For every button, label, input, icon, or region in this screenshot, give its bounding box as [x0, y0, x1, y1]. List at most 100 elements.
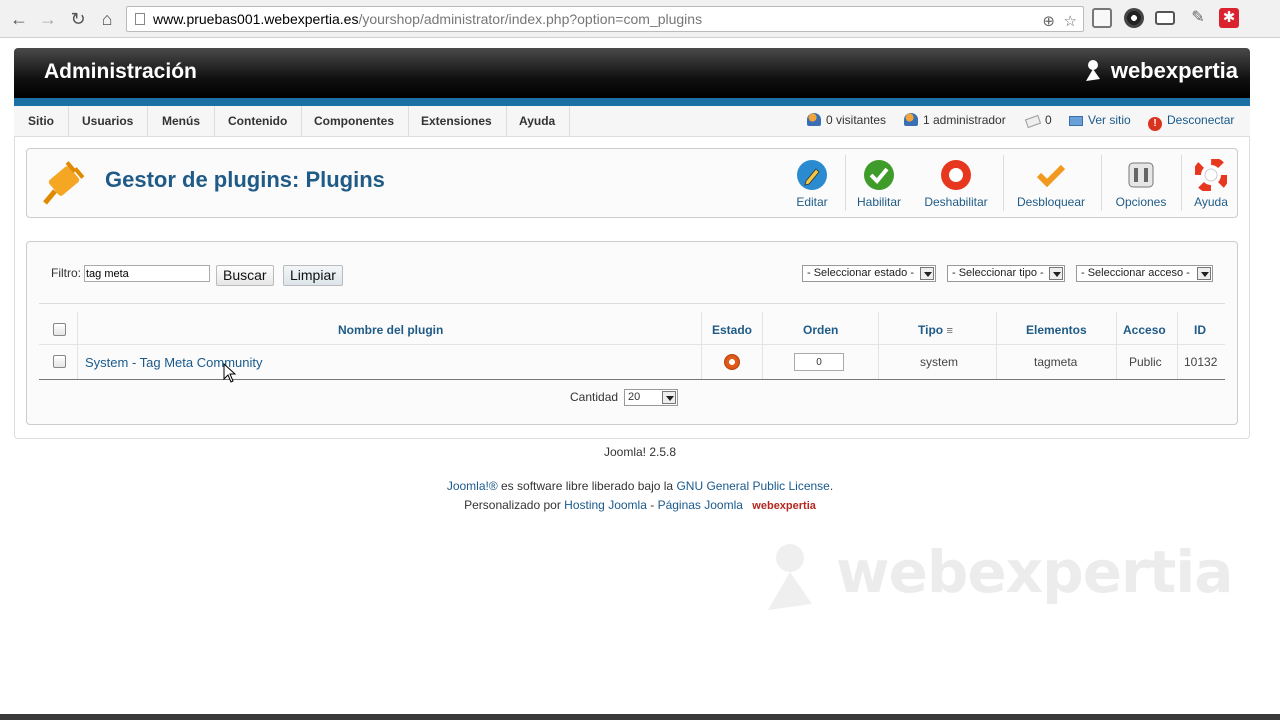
type-select[interactable]: - Seleccionar tipo -	[947, 265, 1065, 282]
view-site-label: Ver sitio	[1088, 113, 1131, 127]
back-icon[interactable]: ←	[8, 8, 30, 30]
visitors-count: 0 visitantes	[826, 113, 887, 127]
addon-icon[interactable]: ✱	[1219, 8, 1239, 28]
column-header-access[interactable]: Acceso	[1123, 323, 1166, 337]
license-end: .	[829, 479, 834, 493]
admins-count: 1 administrador	[923, 113, 1006, 127]
column-divider	[1116, 312, 1117, 380]
pagination-label: Cantidad	[570, 390, 619, 404]
select-all-checkbox[interactable]	[53, 323, 66, 336]
disable-icon	[941, 160, 971, 190]
toolbar-divider	[845, 155, 846, 211]
order-input[interactable]	[794, 353, 844, 371]
column-header-id[interactable]: ID	[1194, 323, 1206, 337]
row-checkbox[interactable]	[53, 355, 66, 368]
brand-mark-icon	[1085, 60, 1100, 81]
monitor-icon	[1069, 116, 1083, 126]
admin-title: Administración	[44, 60, 197, 83]
type-select-value: - Seleccionar tipo -	[952, 267, 1044, 279]
plugin-access: Public	[1129, 355, 1162, 369]
checkin-label: Desbloquear	[1016, 195, 1086, 209]
license-line: Joomla!® es software libre liberado bajo…	[0, 479, 1280, 493]
camera-extension-icon[interactable]	[1124, 8, 1144, 28]
clear-button[interactable]: Limpiar	[283, 265, 343, 286]
address-bar[interactable]: www.pruebas001.webexpertia.es/yourshop/a…	[126, 6, 1084, 32]
plugins-panel: Filtro: Buscar Limpiar - Seleccionar est…	[26, 241, 1238, 425]
gpl-link[interactable]: GNU General Public License	[676, 479, 829, 493]
column-header-name[interactable]: Nombre del plugin	[338, 323, 443, 337]
column-header-order[interactable]: Orden	[803, 323, 838, 337]
filter-label: Filtro:	[51, 266, 81, 280]
menu-item-extensiones[interactable]: Extensiones	[407, 106, 507, 137]
bookmark-star-icon[interactable]: ☆	[1064, 10, 1077, 34]
column-header-elements[interactable]: Elementos	[1026, 323, 1087, 337]
enable-button[interactable]: Habilitar	[853, 155, 905, 213]
admin-header: Administración webexpertia	[14, 48, 1250, 98]
menu-item-menus[interactable]: Menús	[148, 106, 216, 137]
plugin-element: tagmeta	[1034, 355, 1078, 369]
column-header-type[interactable]: Tipo ≡	[918, 323, 953, 337]
column-divider	[878, 312, 879, 380]
sort-icon: ≡	[946, 325, 953, 337]
zoom-icon[interactable]: ⊕	[1042, 10, 1055, 34]
menu-item-sitio[interactable]: Sitio	[14, 106, 69, 137]
pagination-value: 20	[628, 391, 641, 403]
menu-item-ayuda[interactable]: Ayuda	[505, 106, 571, 137]
filter-input[interactable]	[84, 265, 210, 282]
forward-icon[interactable]: →	[37, 8, 59, 30]
home-icon[interactable]: ⌂	[96, 8, 118, 30]
menu-item-contenido[interactable]: Contenido	[214, 106, 303, 137]
reload-icon[interactable]: ↻	[67, 8, 89, 30]
chevron-down-icon	[662, 391, 676, 404]
search-extension-icon[interactable]	[1092, 8, 1112, 28]
edit-icon	[797, 160, 827, 190]
column-divider	[701, 312, 702, 380]
hosting-joomla-link[interactable]: Hosting Joomla	[564, 498, 647, 512]
joomla-link[interactable]: Joomla!®	[447, 479, 498, 493]
messages-count: 0	[1045, 113, 1052, 127]
search-button[interactable]: Buscar	[216, 265, 274, 286]
help-label: Ayuda	[1194, 195, 1228, 209]
column-header-state[interactable]: Estado	[712, 323, 752, 337]
access-select[interactable]: - Seleccionar acceso -	[1076, 265, 1213, 282]
users-icon	[807, 113, 821, 126]
page-icon	[135, 13, 145, 25]
brand-logo: webexpertia	[1083, 58, 1238, 84]
wrench-icon[interactable]: ✎	[1188, 8, 1208, 28]
checkin-button[interactable]: Desbloquear	[1013, 155, 1089, 213]
browser-toolbar: ← → ↻ ⌂ www.pruebas001.webexpertia.es/yo…	[0, 0, 1280, 38]
version-text: Joomla! 2.5.8	[603, 445, 677, 459]
header-strip	[14, 98, 1250, 106]
pagination-select[interactable]: 20	[624, 389, 678, 406]
plugin-icon	[43, 161, 85, 205]
enabled-state-icon[interactable]	[724, 354, 740, 370]
disable-button[interactable]: Deshabilitar	[919, 155, 993, 213]
column-divider	[762, 312, 763, 380]
logout-link[interactable]: ! Desconectar	[1148, 106, 1234, 137]
credits-dash: -	[646, 498, 658, 512]
plugin-type: system	[920, 355, 959, 369]
plugin-id: 10132	[1184, 355, 1218, 369]
help-button[interactable]: Ayuda	[1189, 155, 1233, 213]
footer-brand-logo[interactable]: webexpertia	[752, 500, 816, 512]
edit-button[interactable]: Editar	[787, 155, 837, 213]
window-extension-icon[interactable]	[1155, 11, 1175, 25]
view-site-link[interactable]: Ver sitio	[1069, 106, 1131, 137]
logout-icon: !	[1148, 117, 1162, 131]
state-select[interactable]: - Seleccionar estado -	[802, 265, 936, 282]
messages-status[interactable]: 0	[1024, 106, 1052, 137]
edit-label: Editar	[796, 195, 828, 209]
menu-item-usuarios[interactable]: Usuarios	[68, 106, 149, 137]
watermark-text: webexpertia	[836, 538, 1233, 606]
chevron-down-icon	[1049, 267, 1063, 280]
paginas-joomla-link[interactable]: Páginas Joomla	[658, 498, 743, 512]
admin-user-icon	[904, 113, 918, 126]
options-icon	[1128, 162, 1154, 188]
options-button[interactable]: Opciones	[1111, 155, 1171, 213]
access-select-value: - Seleccionar acceso -	[1081, 267, 1190, 279]
menu-item-componentes[interactable]: Componentes	[300, 106, 410, 137]
admins-status: 1 administrador	[904, 106, 1006, 137]
chevron-down-icon	[920, 267, 934, 280]
column-header-type-label: Tipo	[918, 323, 944, 337]
check-icon	[864, 160, 894, 190]
